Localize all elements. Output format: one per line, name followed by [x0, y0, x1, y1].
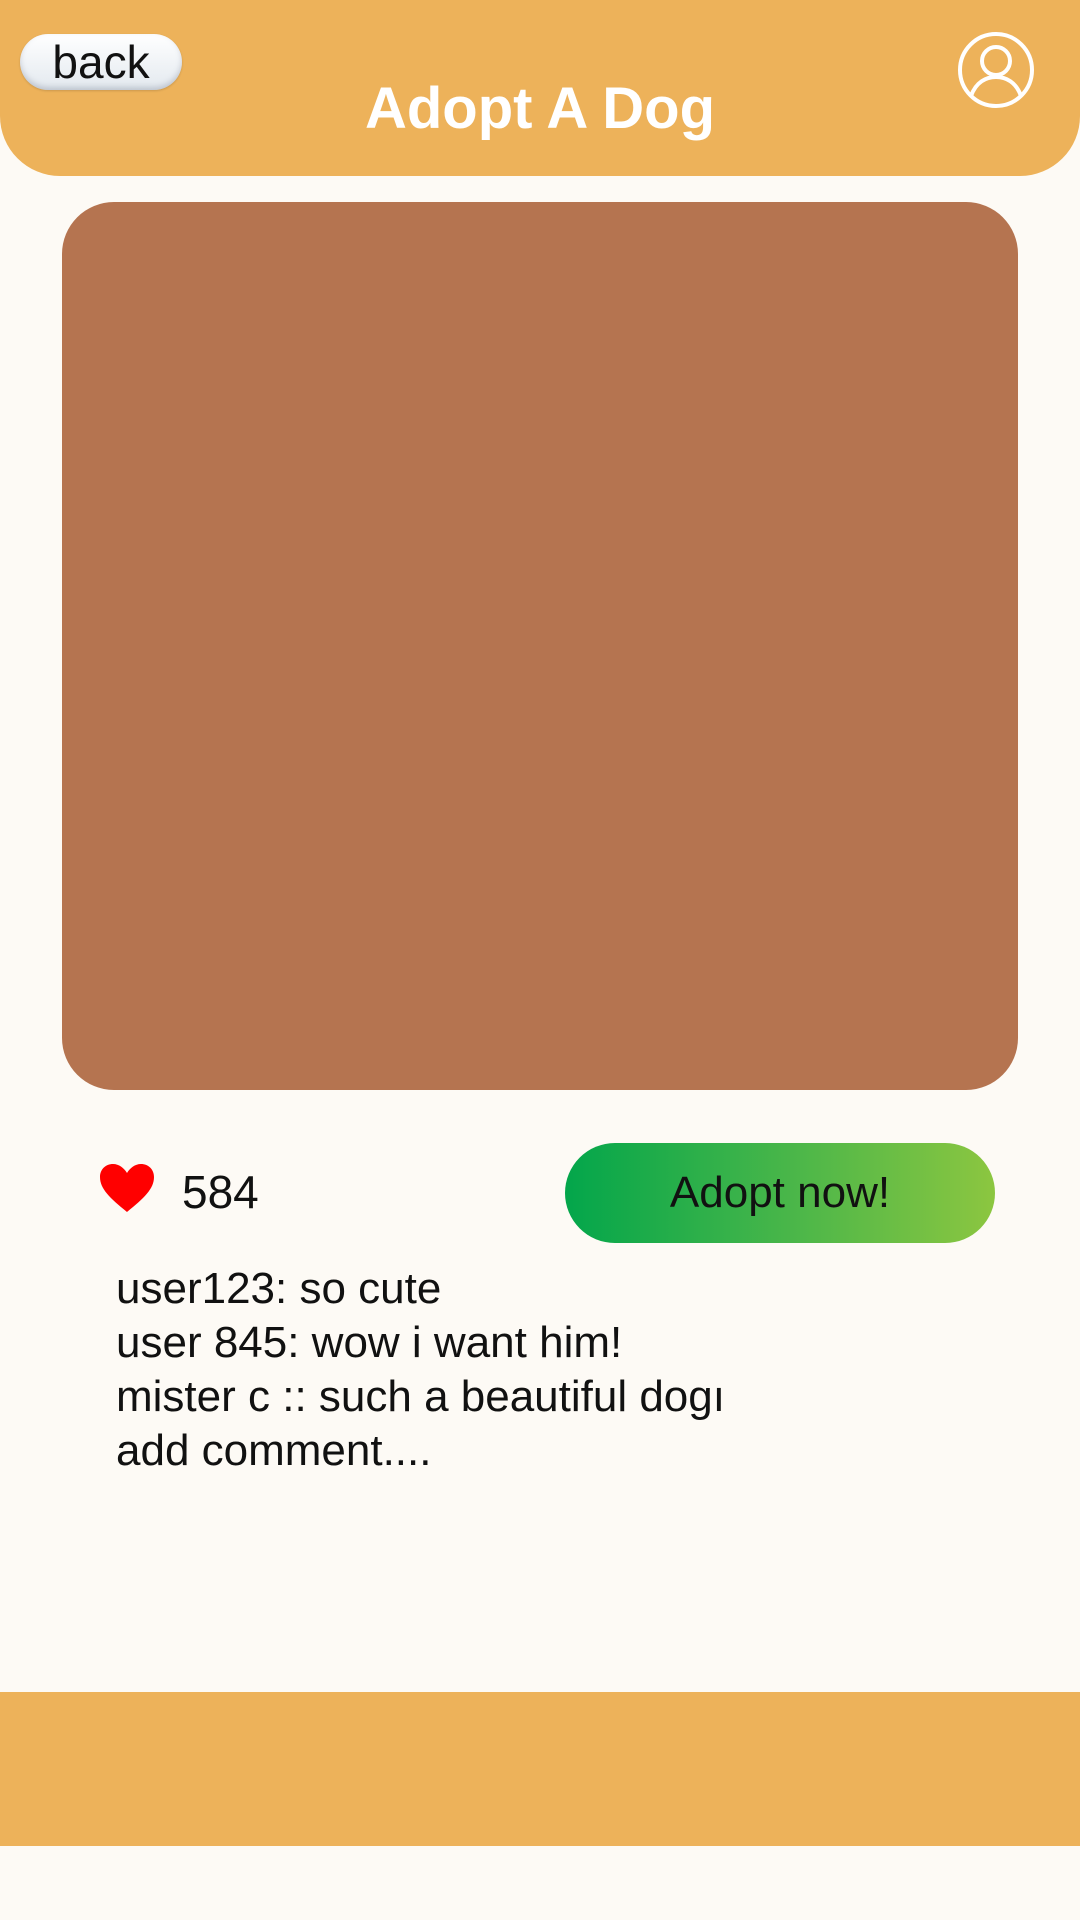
add-comment-input[interactable]: add comment.... [116, 1424, 725, 1478]
comments-list: user123: so cute user 845: wow i want hi… [116, 1262, 725, 1478]
user-circle-icon [958, 32, 1034, 108]
comment-item: mister c :: such a beautiful dogı [116, 1372, 725, 1421]
heart-icon[interactable] [98, 1162, 156, 1214]
bottom-bar [0, 1692, 1080, 1846]
adopt-now-button[interactable]: Adopt now! [565, 1143, 995, 1243]
page-title: Adopt A Dog [364, 76, 716, 141]
comment-item: user123: so cute [116, 1264, 442, 1313]
comment-item: user 845: wow i want him! [116, 1318, 623, 1367]
app-header: back Adopt A Dog [0, 0, 1080, 176]
profile-button[interactable] [956, 30, 1036, 110]
likes-count: 584 [182, 1166, 259, 1218]
dog-photo [62, 202, 1018, 1090]
